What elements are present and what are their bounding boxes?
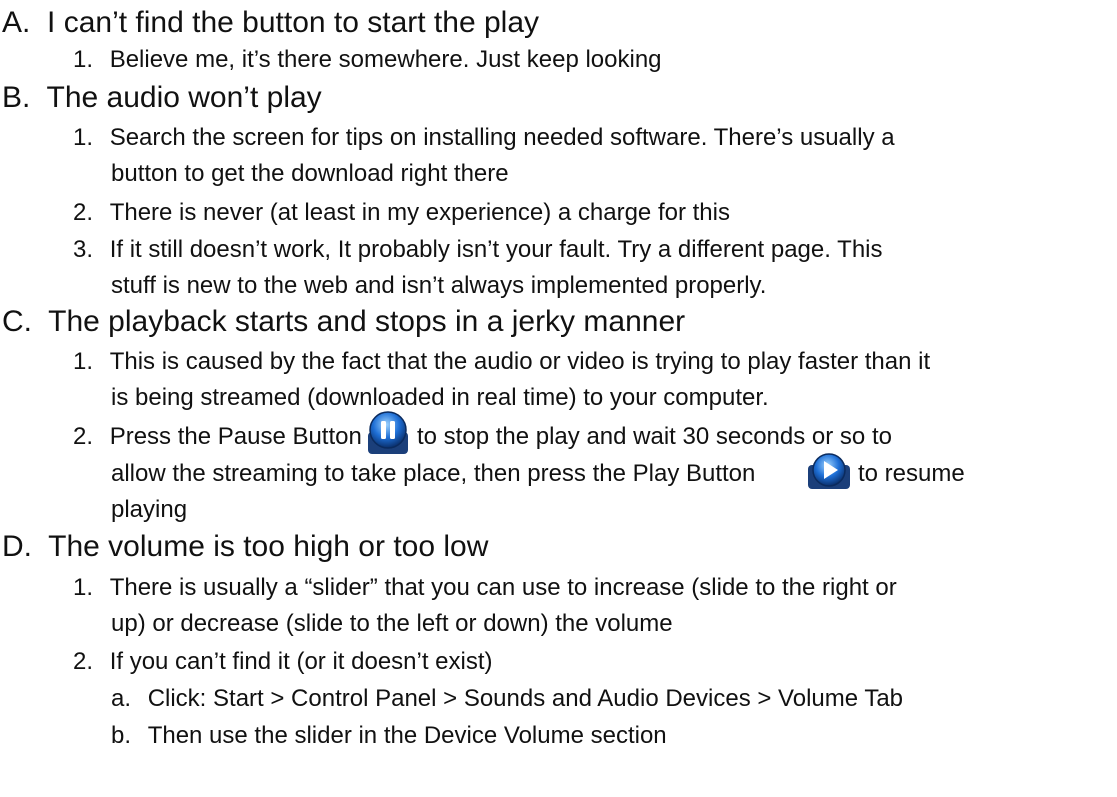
- item-text: There is never (at least in my experienc…: [109, 199, 730, 226]
- item-b1: 1. Search the screen for tips on install…: [73, 124, 895, 152]
- subitem-marker: a.: [111, 685, 132, 712]
- item-c2: 2. Press the Pause Button: [73, 423, 362, 451]
- section-c: C. The playback starts and stops in a je…: [2, 305, 685, 339]
- subitem-b: b. Then use the slider in the Device Vol…: [111, 722, 667, 750]
- subitem-text: Click: Start > Control Panel > Sounds an…: [147, 685, 904, 712]
- item-c2-part4: to resume: [858, 460, 965, 487]
- item-d1-cont: up) or decrease (slide to the left or do…: [111, 610, 673, 637]
- item-b1-cont: button to get the download right there: [111, 160, 509, 187]
- item-b2: 2. There is never (at least in my experi…: [73, 199, 730, 227]
- pause-button-icon: [365, 410, 411, 461]
- item-c1-cont: is being streamed (downloaded in real ti…: [111, 384, 769, 411]
- item-c2-part2: to stop the play and wait 30 seconds or …: [417, 423, 892, 450]
- subitem-marker: b.: [111, 722, 132, 749]
- item-c2-part3: allow the streaming to take place, then …: [111, 460, 756, 487]
- section-heading: The audio won’t play: [46, 81, 322, 114]
- item-d2: 2. If you can’t find it (or it doesn’t e…: [73, 648, 493, 676]
- item-text: Search the screen for tips on installing…: [109, 124, 895, 151]
- section-b: B. The audio won’t play: [2, 81, 322, 115]
- item-text: If you can’t find it (or it doesn’t exis…: [109, 648, 493, 675]
- item-marker: 2.: [73, 199, 94, 226]
- item-b3: 3. If it still doesn’t work, It probably…: [73, 236, 883, 264]
- item-b3-cont: stuff is new to the web and isn’t always…: [111, 272, 767, 299]
- item-text: Believe me, it’s there somewhere. Just k…: [109, 46, 662, 73]
- section-heading: The volume is too high or too low: [48, 530, 489, 563]
- item-text: This is caused by the fact that the audi…: [109, 348, 931, 375]
- item-marker: 1.: [73, 46, 94, 73]
- section-a: A. I can’t find the button to start the …: [2, 6, 539, 40]
- section-marker: C.: [2, 305, 32, 338]
- section-heading: I can’t find the button to start the pla…: [47, 6, 539, 39]
- subitem-a: a. Click: Start > Control Panel > Sounds…: [111, 685, 903, 713]
- item-text: There is usually a “slider” that you can…: [109, 574, 897, 601]
- item-text: Press the Pause Button: [109, 423, 362, 450]
- clipped-title: [0, 0, 1117, 2]
- item-text: If it still doesn’t work, It probably is…: [109, 236, 883, 263]
- section-heading: The playback starts and stops in a jerky…: [48, 305, 686, 338]
- section-marker: A.: [2, 6, 31, 39]
- item-marker: 1.: [73, 348, 94, 375]
- item-c1: 1. This is caused by the fact that the a…: [73, 348, 930, 376]
- section-d: D. The volume is too high or too low: [2, 530, 488, 564]
- item-marker: 2.: [73, 423, 94, 450]
- item-d1: 1. There is usually a “slider” that you …: [73, 574, 897, 602]
- play-button-icon: [806, 451, 852, 496]
- item-a1: 1. Believe me, it’s there somewhere. Jus…: [73, 46, 662, 74]
- section-marker: D.: [2, 530, 32, 563]
- section-marker: B.: [2, 81, 31, 114]
- subitem-text: Then use the slider in the Device Volume…: [147, 722, 667, 749]
- item-marker: 1.: [73, 574, 94, 601]
- item-marker: 3.: [73, 236, 94, 263]
- item-marker: 2.: [73, 648, 94, 675]
- item-marker: 1.: [73, 124, 94, 151]
- item-c2-part5: playing: [111, 496, 188, 523]
